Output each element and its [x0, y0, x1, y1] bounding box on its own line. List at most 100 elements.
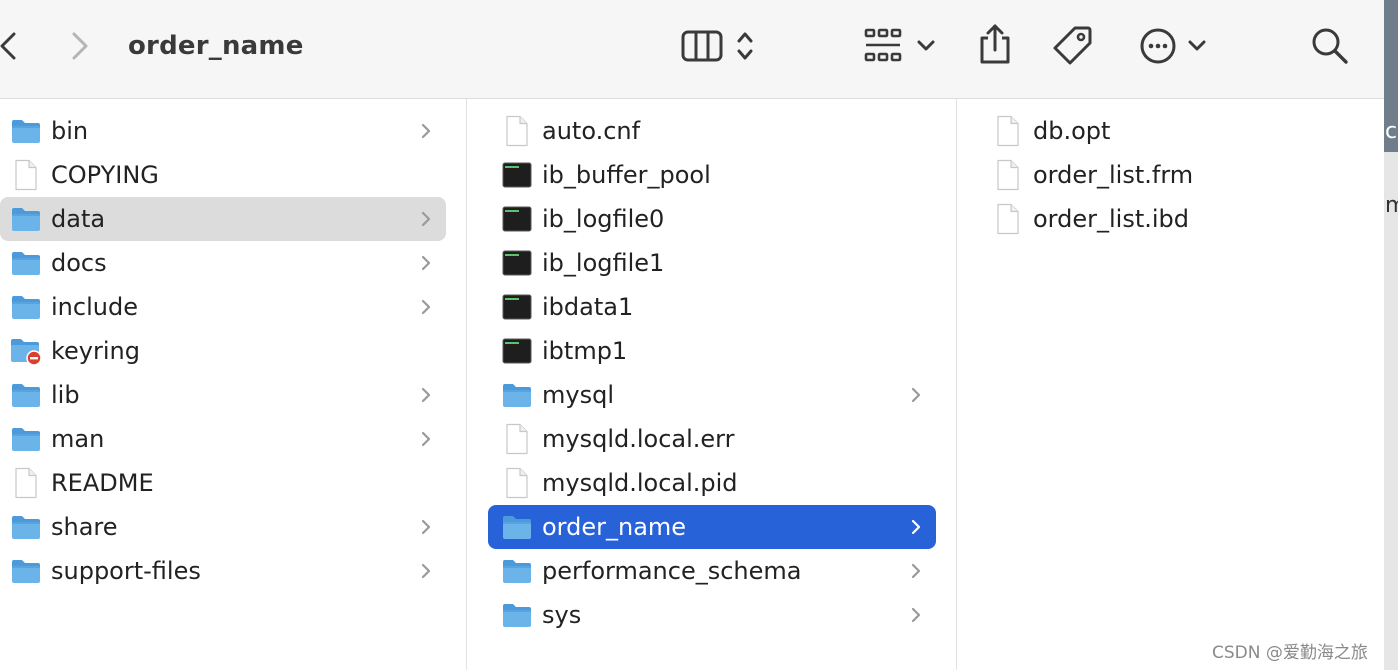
- columns-view-icon: [681, 30, 753, 62]
- list-item[interactable]: mysql: [488, 373, 936, 417]
- document-icon: [991, 114, 1025, 148]
- list-item[interactable]: data: [0, 197, 446, 241]
- chevron-right-icon: [904, 559, 928, 583]
- list-item-label: docs: [51, 249, 107, 277]
- list-item[interactable]: ib_logfile1: [488, 241, 936, 285]
- folder-icon: [9, 554, 43, 588]
- column-3[interactable]: db.opt order_list.frm order_list.ibd: [957, 99, 1384, 670]
- list-item-label: performance_schema: [542, 557, 802, 585]
- back-button[interactable]: [0, 30, 20, 62]
- chevron-right-icon: [72, 32, 88, 60]
- list-item-label: ib_buffer_pool: [542, 161, 711, 189]
- tag-button[interactable]: [1052, 24, 1094, 66]
- folder-icon: [9, 202, 43, 236]
- list-item-label: ib_logfile0: [542, 205, 665, 233]
- folder-icon: [9, 378, 43, 412]
- list-item[interactable]: share: [0, 505, 446, 549]
- forward-button[interactable]: [66, 30, 92, 62]
- list-item[interactable]: ib_buffer_pool: [488, 153, 936, 197]
- column-2[interactable]: auto.cnf ib_buffer_pool ib_logfile0 ib_logf…: [467, 99, 957, 670]
- list-item[interactable]: mysqld.local.pid: [488, 461, 936, 505]
- list-item[interactable]: docs: [0, 241, 446, 285]
- view-mode-button[interactable]: [680, 28, 762, 64]
- folder-icon: [9, 510, 43, 544]
- search-button[interactable]: [1310, 26, 1350, 66]
- terminal-file-icon: [500, 334, 534, 368]
- finder-window: order_name bin COPYING data docs include…: [0, 0, 1384, 670]
- list-item-label: mysql: [542, 381, 614, 409]
- list-item-label: bin: [51, 117, 89, 145]
- list-item[interactable]: support-files: [0, 549, 446, 593]
- list-item[interactable]: ibdata1: [488, 285, 936, 329]
- list-item-label: order_name: [542, 513, 687, 541]
- chevron-right-icon: [414, 559, 438, 583]
- document-icon: [500, 466, 534, 500]
- search-icon: [1312, 28, 1348, 64]
- list-item[interactable]: lib: [0, 373, 446, 417]
- chevron-right-icon: [414, 251, 438, 275]
- list-item-label: db.opt: [1033, 117, 1111, 145]
- list-item[interactable]: README: [0, 461, 446, 505]
- list-item-label: sys: [542, 601, 582, 629]
- list-item-label: COPYING: [51, 161, 159, 189]
- list-item-label: share: [51, 513, 118, 541]
- list-item[interactable]: mysqld.local.err: [488, 417, 936, 461]
- folder-icon: [500, 510, 534, 544]
- group-by-button[interactable]: [862, 26, 940, 66]
- chevron-right-icon: [414, 383, 438, 407]
- document-icon: [9, 466, 43, 500]
- grid-view-icon: [864, 28, 935, 62]
- chevron-left-icon: [0, 32, 16, 60]
- list-item[interactable]: man: [0, 417, 446, 461]
- column-1[interactable]: bin COPYING data docs include keyring lib man RE…: [0, 99, 467, 670]
- folder-icon: [500, 378, 534, 412]
- terminal-file-icon: [500, 290, 534, 324]
- window-title: order_name: [128, 31, 304, 61]
- list-item[interactable]: ibtmp1: [488, 329, 936, 373]
- terminal-file-icon: [500, 246, 534, 280]
- chevron-right-icon: [414, 515, 438, 539]
- restricted-folder-icon: [9, 334, 43, 368]
- list-item-label: ibdata1: [542, 293, 634, 321]
- list-item-label: keyring: [51, 337, 140, 365]
- share-button[interactable]: [976, 22, 1014, 66]
- more-actions-button[interactable]: [1138, 26, 1210, 66]
- document-icon: [991, 202, 1025, 236]
- document-icon: [500, 422, 534, 456]
- tag-icon: [1053, 26, 1092, 65]
- list-item-label: auto.cnf: [542, 117, 641, 145]
- folder-icon: [500, 554, 534, 588]
- list-item[interactable]: sys: [488, 593, 936, 637]
- list-item[interactable]: order_list.frm: [979, 153, 1383, 197]
- list-item-label: mysqld.local.err: [542, 425, 735, 453]
- list-item-label: mysqld.local.pid: [542, 469, 738, 497]
- list-item[interactable]: db.opt: [979, 109, 1383, 153]
- document-icon: [9, 158, 43, 192]
- folder-icon: [9, 246, 43, 280]
- list-item[interactable]: order_list.ibd: [979, 197, 1383, 241]
- chevron-right-icon: [414, 119, 438, 143]
- watermark: CSDN @爱勤海之旅: [1212, 643, 1368, 663]
- list-item-label: lib: [51, 381, 80, 409]
- document-icon: [500, 114, 534, 148]
- list-item[interactable]: performance_schema: [488, 549, 936, 593]
- list-item[interactable]: include: [0, 285, 446, 329]
- list-item[interactable]: auto.cnf: [488, 109, 936, 153]
- list-item-label: ibtmp1: [542, 337, 628, 365]
- terminal-file-icon: [500, 158, 534, 192]
- toolbar: order_name: [0, 0, 1384, 99]
- list-item-label: include: [51, 293, 138, 321]
- list-item-label: README: [51, 469, 154, 497]
- chevron-right-icon: [904, 383, 928, 407]
- list-item[interactable]: COPYING: [0, 153, 446, 197]
- list-item-label: order_list.frm: [1033, 161, 1194, 189]
- list-item-label: data: [51, 205, 106, 233]
- list-item[interactable]: bin: [0, 109, 446, 153]
- list-item[interactable]: ib_logfile0: [488, 197, 936, 241]
- list-item-label: support-files: [51, 557, 201, 585]
- list-item[interactable]: keyring: [0, 329, 446, 373]
- list-item[interactable]: order_name: [488, 505, 936, 549]
- list-item-label: ib_logfile1: [542, 249, 665, 277]
- list-item-label: order_list.ibd: [1033, 205, 1190, 233]
- folder-icon: [9, 422, 43, 456]
